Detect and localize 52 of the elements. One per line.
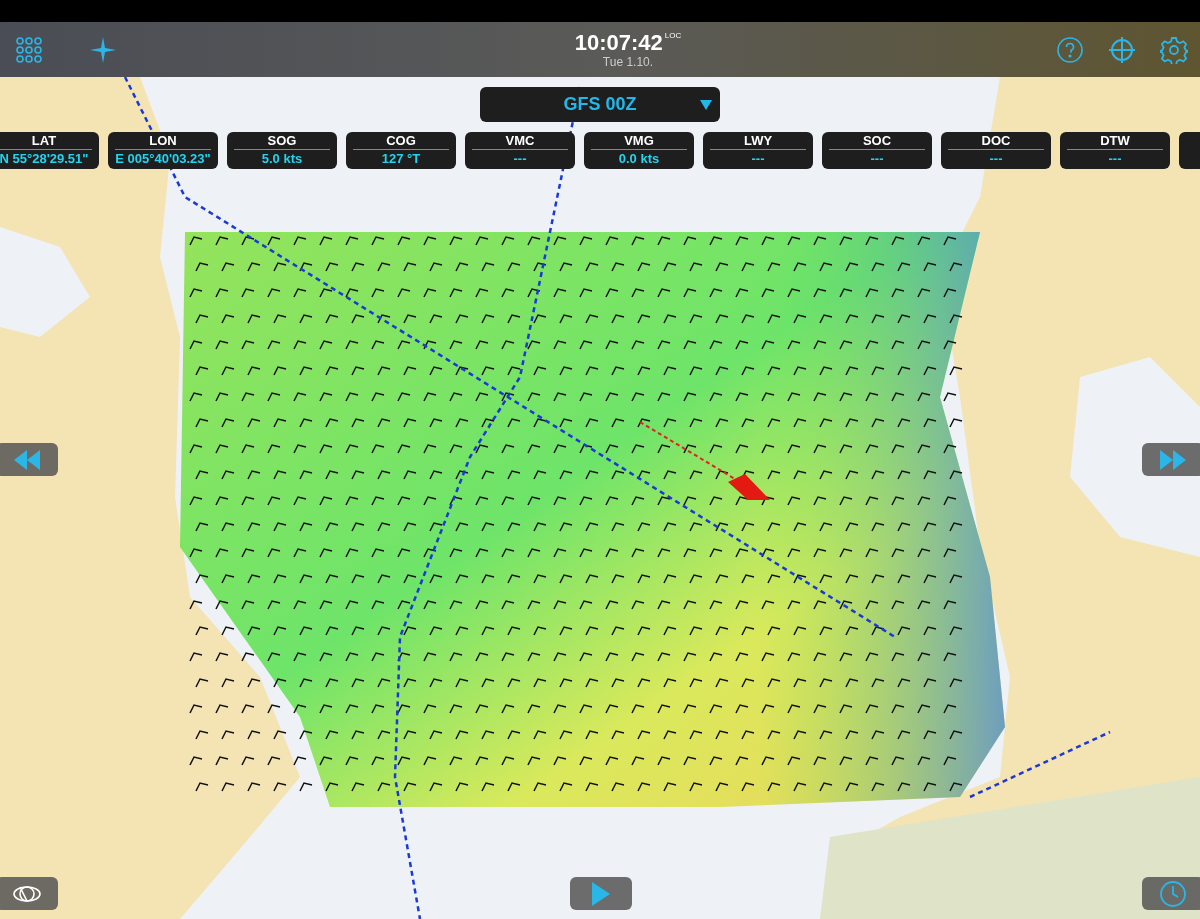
grid-menu-icon (16, 36, 42, 63)
instrument-label: COG (386, 132, 416, 149)
instrument-value: E 005°40'03.23" (115, 150, 211, 168)
instrument-value: 0.0 kts (618, 150, 660, 168)
fast-forward-icon (1160, 449, 1186, 470)
instrument-value: N 55°28'29.51" (0, 150, 89, 168)
instrument-panel[interactable]: DTW --- (1060, 132, 1170, 169)
instrument-label: LON (149, 132, 177, 149)
dropdown-caret-icon (700, 99, 712, 110)
instrument-label: SOG (267, 132, 297, 149)
timer-button[interactable] (1142, 877, 1200, 910)
instrument-label: VMC (505, 132, 535, 149)
instrument-label: DOC (981, 132, 1011, 149)
fast-forward-button[interactable] (1142, 443, 1200, 476)
instrument-label: SOC (862, 132, 892, 149)
crosshair-icon (1108, 35, 1136, 64)
clock-icon (1159, 879, 1187, 908)
clock-time: 10:07:42 (574, 30, 663, 55)
instrument-panel[interactable]: VMC --- (465, 132, 575, 169)
instrument-panel[interactable]: LON E 005°40'03.23" (108, 132, 218, 169)
help-icon (1056, 35, 1084, 64)
play-icon (592, 881, 610, 906)
instrument-value: --- (513, 150, 527, 168)
instrument-value: 127 °T (381, 150, 421, 168)
rewind-button[interactable] (0, 443, 58, 476)
instrument-panel[interactable]: SOC --- (822, 132, 932, 169)
instrument-panel[interactable]: LWY --- (703, 132, 813, 169)
play-button[interactable] (570, 877, 632, 910)
settings-button[interactable] (1160, 35, 1188, 64)
help-button[interactable] (1056, 35, 1084, 64)
date-label: Tue 1.10. (602, 54, 654, 69)
instrument-panel[interactable]: COG 127 °T (346, 132, 456, 169)
instrument-label: DTW (1100, 132, 1130, 149)
instrument-value: --- (751, 150, 765, 168)
rewind-icon (14, 449, 40, 470)
model-dropdown[interactable]: GFS 00Z (480, 87, 720, 122)
instrument-value: 5.0 kts (261, 150, 303, 168)
instrument-panel[interactable]: LAT N 55°28'29.51" (0, 132, 99, 169)
instrument-panel[interactable]: DOC --- (941, 132, 1051, 169)
rotate-view-button[interactable] (0, 877, 58, 910)
instrument-value: --- (989, 150, 1003, 168)
time-zone-label: LOC (664, 30, 682, 41)
locate-button[interactable] (1108, 35, 1136, 64)
instrument-label: LWY (743, 132, 773, 149)
boat-icon[interactable] (728, 474, 770, 500)
instrument-value: --- (1108, 150, 1122, 168)
instrument-panel[interactable]: VMG 0.0 kts (584, 132, 694, 169)
settings-icon (1160, 35, 1188, 64)
instrument-value: --- (870, 150, 884, 168)
instrument-panel[interactable]: SOG 5.0 kts (227, 132, 337, 169)
instrument-label: VMG (624, 132, 654, 149)
instrument-label: LAT (31, 132, 57, 149)
